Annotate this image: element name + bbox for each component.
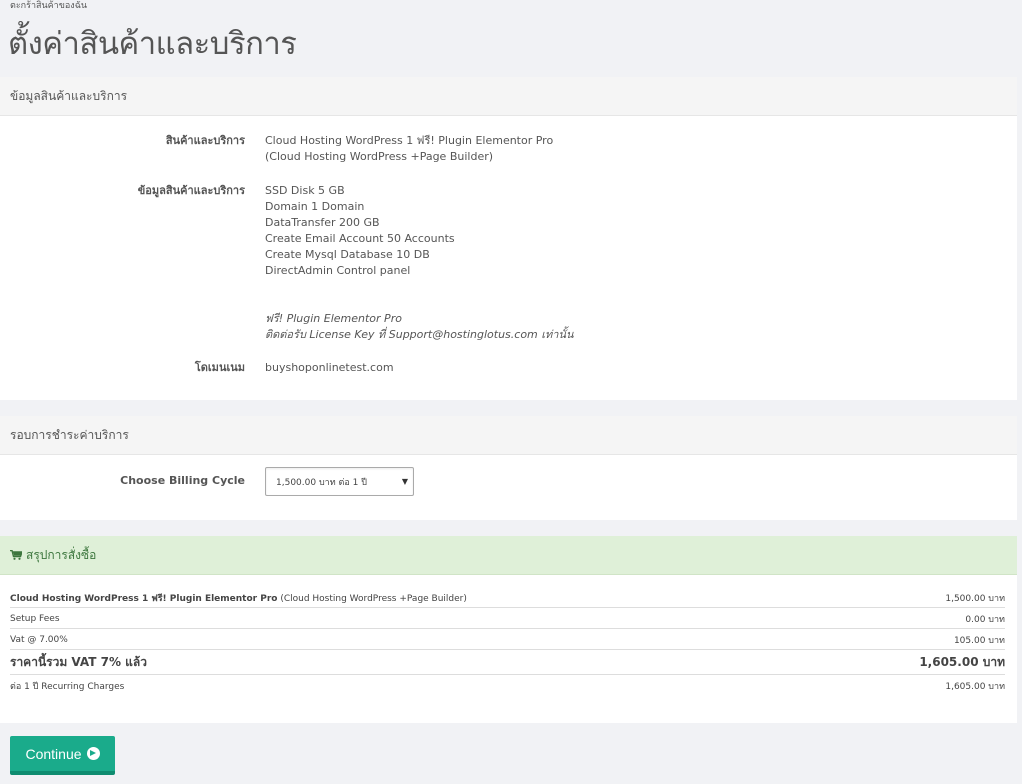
summary-recurring-row: ต่อ 1 ปี Recurring Charges 1,605.00 บาท [10,676,1005,696]
product-name: Cloud Hosting WordPress 1 ฟรี! Plugin El… [265,134,554,147]
breadcrumb[interactable]: ตะกร้าสินค้าของฉัน [10,0,87,12]
continue-button[interactable]: Continue [10,736,115,775]
promo-line: ติดต่อรับ License Key ที่ Support@hostin… [265,328,574,341]
continue-label: Continue [25,745,82,762]
total-label: ราคานี้รวม VAT 7% แล้ว [10,655,147,669]
page-title: ตั้งค่าสินค้าและบริการ [8,26,297,62]
info-line: Domain 1 Domain [265,200,365,213]
dropdown-arrow-icon: ▼ [401,477,408,486]
summary-total-row: ราคานี้รวม VAT 7% แล้ว 1,605.00 บาท [10,651,1005,675]
total-price: 1,605.00 บาท [919,655,1005,669]
summary-product-name: Cloud Hosting WordPress 1 ฟรี! Plugin El… [10,594,278,604]
billing-heading: รอบการชำระค่าบริการ [0,416,1017,455]
summary-product-group: (Cloud Hosting WordPress +Page Builder) [280,594,467,604]
billing-cycle-label: Choose Billing Cycle [120,474,245,487]
vat-price: 105.00 บาท [953,635,1005,646]
billing-cycle-value: 1,500.00 บาท ต่อ 1 ปี [276,477,367,488]
summary-product: Cloud Hosting WordPress 1 ฟรี! Plugin El… [10,591,467,605]
arrow-circle-right-icon [86,747,100,760]
order-summary-heading: สรุปการสั่งซื้อ [0,536,1017,575]
product-info-panel: ข้อมูลสินค้าและบริการ [0,77,1017,400]
product-info-heading: ข้อมูลสินค้าและบริการ [0,77,1017,116]
recurring-label: ต่อ 1 ปี Recurring Charges [10,682,125,692]
summary-setup-row: Setup Fees 0.00 บาท [10,609,1005,629]
promo-line: ฟรี! Plugin Elementor Pro [265,312,402,325]
cart-icon [10,550,22,560]
summary-vat-row: Vat @ 7.00% 105.00 บาท [10,630,1005,650]
domain-label: โดเมนเนม [194,361,245,374]
info-lines: SSD Disk 5 GB Domain 1 Domain DataTransf… [265,183,455,279]
billing-cycle-select[interactable]: 1,500.00 บาท ต่อ 1 ปี ▼ [265,467,414,496]
info-line: Create Email Account 50 Accounts [265,232,455,245]
product-value: Cloud Hosting WordPress 1 ฟรี! Plugin El… [265,133,553,165]
vat-label: Vat @ 7.00% [10,634,68,645]
domain-value: buyshoponlinetest.com [265,361,394,374]
info-line: DirectAdmin Control panel [265,264,411,277]
billing-panel: รอบการชำระค่าบริการ [0,416,1017,520]
product-group: (Cloud Hosting WordPress +Page Builder) [265,150,494,163]
info-line: Create Mysql Database 10 DB [265,248,430,261]
summary-product-price: 1,500.00 บาท [945,594,1005,604]
recurring-price: 1,605.00 บาท [945,682,1005,692]
product-label: สินค้าและบริการ [165,134,245,147]
info-label: ข้อมูลสินค้าและบริการ [137,184,245,197]
promo-lines: ฟรี! Plugin Elementor Pro ติดต่อรับ Lice… [265,311,574,343]
order-summary-title: สรุปการสั่งซื้อ [26,547,97,562]
info-line: DataTransfer 200 GB [265,216,380,229]
summary-product-row: Cloud Hosting WordPress 1 ฟรี! Plugin El… [10,589,1005,608]
setup-fees-price: 0.00 บาท [965,614,1005,625]
setup-fees-label: Setup Fees [10,613,60,624]
info-line: SSD Disk 5 GB [265,184,345,197]
